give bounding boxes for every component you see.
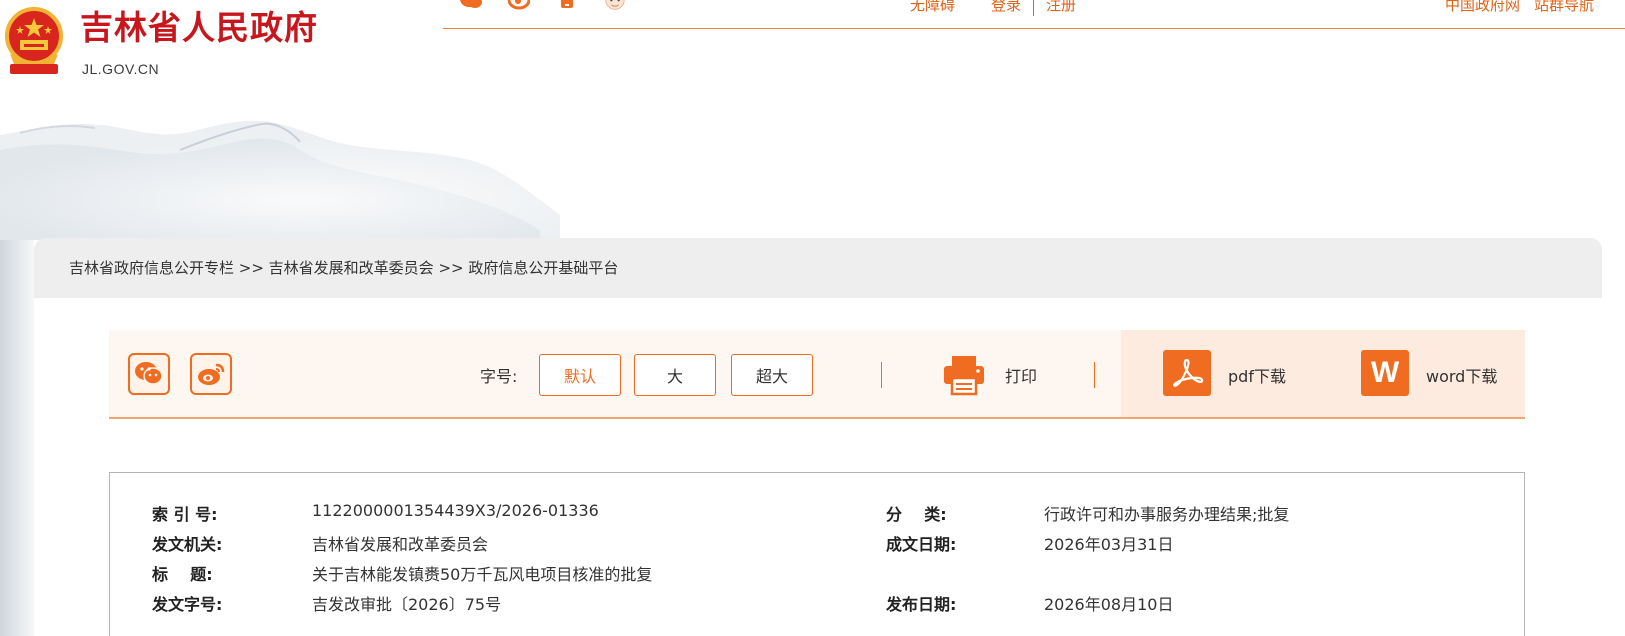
- site-title[interactable]: 吉林省人民政府: [80, 8, 318, 48]
- category-label: 分 类:: [886, 505, 947, 524]
- wechat-icon[interactable]: [460, 0, 482, 10]
- header-divider: [443, 28, 1625, 29]
- issuer-value: 吉林省发展和改革委员会: [312, 535, 489, 554]
- weibo-icon: [198, 363, 225, 385]
- link-divider: [1033, 0, 1035, 16]
- toolbar-divider: [1094, 362, 1095, 388]
- national-emblem-icon[interactable]: [4, 6, 68, 78]
- accessibility-link[interactable]: 无障碍: [910, 0, 955, 14]
- index-no-label: 索 引 号:: [152, 505, 218, 524]
- font-size-xlarge-button[interactable]: 超大: [731, 354, 813, 396]
- printer-icon[interactable]: [942, 354, 986, 396]
- publish-date-label: 发布日期:: [886, 595, 957, 614]
- left-scenery-strip: [0, 240, 34, 636]
- share-weibo-button[interactable]: [190, 353, 232, 395]
- breadcrumb[interactable]: 吉林省政府信息公开专栏 >> 吉林省发展和改革委员会 >> 政府信息公开基础平台: [69, 257, 618, 278]
- category-value: 行政许可和办事服务办理结果;批复: [1044, 505, 1290, 524]
- word-download-button[interactable]: word下载: [1426, 363, 1497, 387]
- top-links: 无障碍 登录 注册: [910, 0, 1076, 16]
- wechat-icon: [135, 362, 163, 385]
- weibo-icon[interactable]: [508, 0, 530, 10]
- title-value: 关于吉林能发镇赉50万千瓦风电项目核准的批复: [312, 565, 653, 584]
- created-date-label: 成文日期:: [886, 535, 957, 554]
- toolbar-divider: [881, 362, 882, 388]
- breadcrumb-bar: 吉林省政府信息公开专栏 >> 吉林省发展和改革委员会 >> 政府信息公开基础平台: [34, 238, 1602, 298]
- font-size-label: 字号:: [480, 367, 518, 386]
- title-label: 标 题:: [152, 565, 213, 584]
- index-no-value: 1122000001354439X3/2026-01336: [312, 501, 599, 520]
- register-link[interactable]: 注册: [1046, 0, 1076, 14]
- doc-no-value: 吉发改审批〔2026〕75号: [312, 595, 502, 614]
- elderly-mode-icon[interactable]: [604, 0, 626, 10]
- created-date-value: 2026年03月31日: [1044, 535, 1174, 554]
- font-size-default-button[interactable]: 默认: [539, 354, 621, 396]
- site-domain: JL.GOV.CN: [82, 61, 160, 77]
- download-area: pdf下载 W word下载: [1121, 330, 1525, 417]
- article-toolbar: 字号: 默认 大 超大 打印 pdf下载 W word下载: [109, 330, 1525, 419]
- publish-date-value: 2026年08月10日: [1044, 595, 1174, 614]
- share-wechat-button[interactable]: [128, 353, 170, 395]
- gov-portal-link[interactable]: 中国政府网: [1445, 0, 1520, 15]
- login-link[interactable]: 登录: [991, 0, 1021, 14]
- word-icon-letter: W: [1370, 356, 1400, 389]
- mobile-icon[interactable]: [556, 0, 578, 10]
- doc-no-label: 发文字号:: [152, 595, 223, 614]
- site-group-nav-link[interactable]: 站群导航: [1534, 0, 1594, 15]
- pdf-icon[interactable]: [1163, 350, 1211, 396]
- font-size-large-button[interactable]: 大: [634, 354, 716, 396]
- top-right-links: 中国政府网 站群导航: [1445, 0, 1594, 15]
- top-icon-bar: [460, 0, 626, 16]
- issuer-label: 发文机关:: [152, 535, 223, 554]
- print-button[interactable]: 打印: [1005, 363, 1037, 387]
- site-header: 吉林省人民政府 JL.GOV.CN 无障碍 登录 注册 中国政府网 站群导航: [0, 0, 1625, 90]
- pdf-download-button[interactable]: pdf下载: [1228, 363, 1286, 387]
- document-info-table: 索 引 号: 1122000001354439X3/2026-01336 分 类…: [109, 472, 1525, 636]
- word-icon[interactable]: W: [1361, 350, 1409, 396]
